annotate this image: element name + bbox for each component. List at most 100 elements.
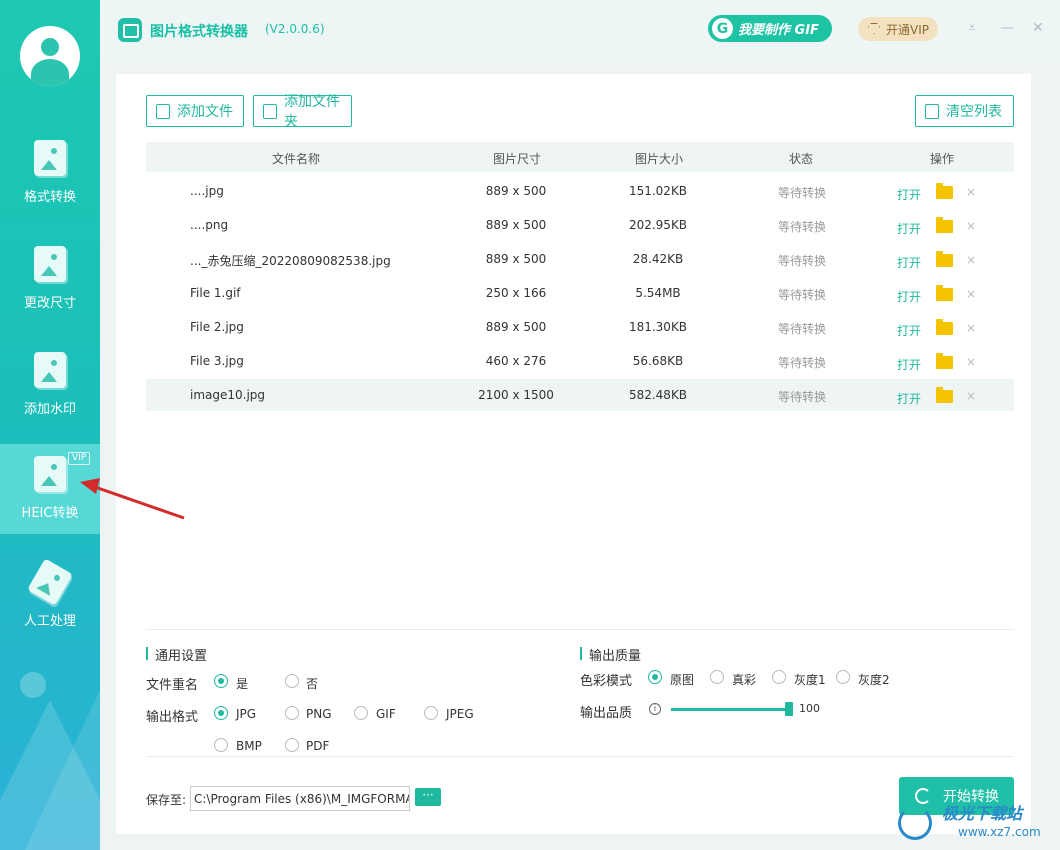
divider xyxy=(146,756,1014,757)
format-pdf-radio[interactable] xyxy=(285,738,299,752)
folder-icon[interactable] xyxy=(936,353,953,369)
rename-yes-radio[interactable] xyxy=(214,674,228,688)
diamond-icon xyxy=(868,23,880,34)
output-quality-label: 输出品质 xyxy=(580,706,633,721)
output-format-label: 输出格式 xyxy=(146,710,199,725)
sidebar-item-watermark[interactable]: 添加水印 xyxy=(0,340,100,430)
folder-icon[interactable] xyxy=(936,251,953,267)
open-link[interactable]: 打开 xyxy=(897,288,921,305)
menu-icon[interactable]: ⩡ xyxy=(968,20,976,36)
main-panel: 添加文件 添加文件夹 清空列表 文件名称 图片尺寸 图片大小 状态 操作 ...… xyxy=(116,74,1031,834)
format-jpg-label: JPG xyxy=(236,707,257,721)
format-bmp-label: BMP xyxy=(236,739,262,753)
open-link[interactable]: 打开 xyxy=(897,254,921,271)
quality-slider-thumb[interactable] xyxy=(785,702,793,716)
make-gif-button[interactable]: G 我要制作 GIF xyxy=(708,15,832,42)
image-dimensions: 2100 x 1500 xyxy=(478,388,554,402)
open-link[interactable]: 打开 xyxy=(897,390,921,407)
color-gray2-radio[interactable] xyxy=(836,670,850,684)
app-logo-icon xyxy=(118,18,142,42)
image-dimensions: 889 x 500 xyxy=(485,252,547,266)
file-size: 151.02KB xyxy=(628,184,688,198)
close-icon[interactable]: ✕ xyxy=(1032,20,1044,36)
delete-icon[interactable]: × xyxy=(966,253,976,267)
open-link[interactable]: 打开 xyxy=(897,356,921,373)
color-truecolor-radio[interactable] xyxy=(710,670,724,684)
color-truecolor-label: 真彩 xyxy=(732,673,757,687)
image-dimensions: 889 x 500 xyxy=(485,218,547,232)
color-original-radio[interactable] xyxy=(648,670,662,684)
browse-button[interactable]: ··· xyxy=(415,788,441,806)
format-jpg-radio[interactable] xyxy=(214,706,228,720)
add-file-label: 添加文件 xyxy=(177,104,233,120)
avatar-body xyxy=(31,59,69,86)
add-file-icon xyxy=(156,104,170,119)
table-row[interactable]: ....png 889 x 500 202.95KB 等待转换 打开 × xyxy=(146,209,1014,241)
folder-icon[interactable] xyxy=(936,285,953,301)
file-name: ....png xyxy=(190,218,229,232)
folder-icon[interactable] xyxy=(936,319,953,335)
format-jpeg-label: JPEG xyxy=(446,707,474,721)
format-jpeg-radio[interactable] xyxy=(424,706,438,720)
table-row[interactable]: ....jpg 889 x 500 151.02KB 等待转换 打开 × xyxy=(146,175,1014,207)
sidebar-item-heic[interactable]: VIP HEIC转换 xyxy=(0,444,100,534)
format-gif-radio[interactable] xyxy=(354,706,368,720)
table-row[interactable]: File 3.jpg 460 x 276 56.68KB 等待转换 打开 × xyxy=(146,345,1014,377)
delete-icon[interactable]: × xyxy=(966,321,976,335)
color-gray1-radio[interactable] xyxy=(772,670,786,684)
info-icon[interactable]: i xyxy=(649,703,661,715)
watermark-text: 极光下载站 xyxy=(942,804,1023,823)
table-row[interactable]: File 2.jpg 889 x 500 181.30KB 等待转换 打开 × xyxy=(146,311,1014,343)
general-settings-title: 通用设置 xyxy=(146,645,207,664)
table-header: 文件名称 图片尺寸 图片大小 状态 操作 xyxy=(146,142,1014,172)
save-path-input[interactable]: C:\Program Files (x86)\M_IMGFORMAT xyxy=(190,786,410,811)
clear-list-button[interactable]: 清空列表 xyxy=(915,95,1014,127)
add-folder-button[interactable]: 添加文件夹 xyxy=(253,94,352,130)
table-row[interactable]: image10.jpg 2100 x 1500 582.48KB 等待转换 打开 × xyxy=(146,379,1014,411)
image-dimensions: 250 x 166 xyxy=(485,286,547,300)
rename-no-radio[interactable] xyxy=(285,674,299,688)
sidebar-item-format-convert[interactable]: 格式转换 xyxy=(0,128,100,218)
delete-icon[interactable]: × xyxy=(966,219,976,233)
image-dimensions: 889 x 500 xyxy=(485,320,547,334)
delete-icon[interactable]: × xyxy=(966,185,976,199)
table-row[interactable]: ..._赤兔压缩_20220809082538.jpg 889 x 500 28.4… xyxy=(146,243,1014,275)
file-size: 582.48KB xyxy=(628,388,688,402)
image-dimensions: 460 x 276 xyxy=(485,354,547,368)
clear-list-label: 清空列表 xyxy=(946,104,1002,120)
refresh-icon xyxy=(915,788,931,804)
delete-icon[interactable]: × xyxy=(966,287,976,301)
delete-icon[interactable]: × xyxy=(966,389,976,403)
add-folder-icon xyxy=(263,104,277,119)
manual-process-icon xyxy=(27,558,73,606)
open-link[interactable]: 打开 xyxy=(897,186,921,203)
delete-icon[interactable]: × xyxy=(966,355,976,369)
status-text: 等待转换 xyxy=(777,254,826,268)
format-png-radio[interactable] xyxy=(285,706,299,720)
avatar[interactable] xyxy=(20,26,80,86)
column-header-filesize: 图片大小 xyxy=(635,152,684,166)
status-text: 等待转换 xyxy=(777,322,826,336)
color-mode-label: 色彩模式 xyxy=(580,674,633,689)
sidebar-item-label: 更改尺寸 xyxy=(23,296,76,311)
sidebar: 格式转换 更改尺寸 添加水印 VIP HEIC转换 人工处理 xyxy=(0,0,100,850)
status-text: 等待转换 xyxy=(777,356,826,370)
format-bmp-radio[interactable] xyxy=(214,738,228,752)
open-link[interactable]: 打开 xyxy=(897,322,921,339)
folder-icon[interactable] xyxy=(936,183,953,199)
trash-icon xyxy=(925,104,939,119)
folder-icon[interactable] xyxy=(936,217,953,233)
sidebar-item-label: 添加水印 xyxy=(23,402,76,417)
sidebar-item-manual[interactable]: 人工处理 xyxy=(0,552,100,642)
folder-icon[interactable] xyxy=(936,387,953,403)
file-name: ..._赤兔压缩_20220809082538.jpg xyxy=(190,254,391,268)
table-row[interactable]: File 1.gif 250 x 166 5.54MB 等待转换 打开 × xyxy=(146,277,1014,309)
minimize-icon[interactable]: — xyxy=(1000,20,1014,36)
rename-label: 文件重名 xyxy=(146,678,199,693)
open-link[interactable]: 打开 xyxy=(897,220,921,237)
rename-yes-label: 是 xyxy=(236,677,249,691)
quality-slider-track[interactable] xyxy=(671,708,788,711)
add-file-button[interactable]: 添加文件 xyxy=(146,95,244,127)
open-vip-button[interactable]: 开通VIP xyxy=(858,17,938,41)
sidebar-item-resize[interactable]: 更改尺寸 xyxy=(0,234,100,324)
